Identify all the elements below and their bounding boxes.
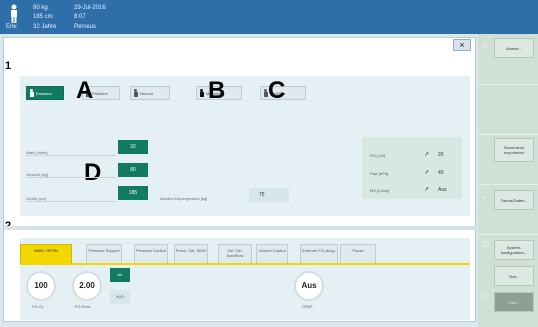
- magnifier-icon: ⌕: [482, 192, 487, 201]
- tab-press-ctrl-simv[interactable]: Press. Ctrl. SIMV: [174, 244, 208, 264]
- close-button[interactable]: ×: [453, 39, 471, 51]
- fio2-label: FiO₂ [%]: [370, 153, 385, 158]
- trend-up-icon: ↗: [424, 152, 430, 158]
- window-icon: ▭: [482, 90, 490, 99]
- patient-type-label: Pädiatrie: [92, 90, 108, 96]
- patient-name-text: Perseus: [74, 24, 97, 30]
- section-number-1: 1: [5, 60, 12, 72]
- fg-flow-knob[interactable]: 2.00: [72, 271, 102, 301]
- fg-o2-knob[interactable]: 100: [26, 271, 56, 301]
- cpap-label: CPAP: [302, 304, 313, 309]
- tab-volume-control[interactable]: Volume Control: [256, 244, 288, 264]
- trend-up-icon: ↗: [424, 170, 430, 176]
- air-button[interactable]: Air: [110, 268, 130, 282]
- screen: 80 kg 185 cm Erw. 32 Jahre 29-Jul-2016 8…: [0, 0, 538, 327]
- sidebar-separator: [478, 134, 538, 135]
- tab-vol-ctrl-autoflow[interactable]: Vol. Ctrl. AutoFlow: [218, 244, 252, 264]
- fio2-value: 20: [438, 152, 444, 158]
- trends-data-button[interactable]: Trends/Daten...: [494, 190, 534, 210]
- mv-value: Aus: [438, 187, 447, 193]
- annotation-letter-c: C: [268, 77, 286, 104]
- male-icon: [199, 88, 204, 98]
- trend-up-icon: ↗: [424, 187, 430, 193]
- ideal-weight-value: 75: [249, 188, 289, 202]
- patient-type-adult-button[interactable]: Erwachs.: [26, 86, 64, 100]
- checklist-icon: ☑: [482, 240, 490, 249]
- paw-label: Paw [hPa]: [370, 171, 389, 176]
- alarme-button[interactable]: Alarme...: [494, 38, 534, 58]
- test-button[interactable]: Test...: [494, 266, 534, 286]
- weight-field-label: Gewicht [kg]: [26, 172, 116, 178]
- tab-pressure-control[interactable]: Pressure Control: [134, 244, 168, 264]
- patient-setup-dialog: × 1 2 Erwachs. Pädiatrie Neonat Männlich…: [3, 37, 477, 322]
- bell-icon: △: [482, 40, 489, 49]
- n2o-button[interactable]: N₂O: [110, 290, 130, 304]
- weight-text: 80 kg: [33, 5, 48, 11]
- ideal-weight-label: Ideales Körpergewicht [kg]: [160, 196, 208, 201]
- dialog-header: [4, 38, 475, 52]
- patient-status-bar: 80 kg 185 cm Erw. 32 Jahre 29-Jul-2016 8…: [0, 0, 538, 34]
- weight-input[interactable]: 80: [118, 163, 148, 177]
- patient-type-neonate-button[interactable]: Neonat: [130, 86, 170, 100]
- screenshot-export-button[interactable]: Screenshot exportieren: [494, 138, 534, 162]
- age-text: 32 Jahre: [33, 24, 57, 30]
- tab-pressure-support[interactable]: Pressure Support: [86, 244, 122, 264]
- tab-external-fg-outlet[interactable]: Externer FG-Ausg.: [300, 244, 338, 264]
- patient-type-label: Neonat: [140, 90, 153, 96]
- annotation-letter-b: B: [208, 77, 226, 104]
- sidebar-separator: [478, 84, 538, 85]
- tab-pause[interactable]: Pause: [340, 244, 376, 264]
- height-input[interactable]: 185: [118, 186, 148, 200]
- start-button[interactable]: Start...: [494, 292, 534, 312]
- section-divider: [4, 226, 477, 230]
- date-text: 29-Jul-2016: [74, 5, 106, 11]
- cpap-knob[interactable]: Aus: [294, 271, 324, 301]
- tab-man-spon[interactable]: MAN / SPON: [20, 244, 72, 264]
- fg-o2-label: FG-O₂: [32, 304, 44, 309]
- power-icon: ⏻: [482, 292, 489, 301]
- patient-type-label: Erwachs.: [36, 90, 53, 96]
- right-sidebar: △ Alarme... ▭ Screenshot exportieren ⌕ T…: [478, 34, 538, 327]
- sidebar-separator: [478, 184, 538, 185]
- height-field-label: Größe [cm]: [26, 196, 116, 202]
- active-tab-underline: [20, 263, 470, 265]
- paw-value: 40: [438, 170, 444, 176]
- time-text: 8:07: [74, 14, 86, 20]
- annotation-letter-a: A: [76, 77, 94, 104]
- alarm-limits-box: FiO₂ [%] ↗ 20 Paw [hPa] ↗ 40 MV [L/min] …: [362, 137, 462, 199]
- age-field-label: Alter [Jahre]: [26, 150, 116, 156]
- sidebar-separator: [478, 234, 538, 235]
- system-config-button[interactable]: System-konfiguration...: [494, 240, 534, 260]
- age-input[interactable]: 32: [118, 140, 148, 154]
- height-text: 185 cm: [33, 14, 53, 20]
- fg-flow-label: FG-Flow: [75, 304, 91, 309]
- patient-category-text: Erw.: [6, 24, 18, 30]
- mv-label: MV [L/min]: [370, 188, 390, 193]
- adult-icon: [29, 88, 34, 98]
- neonate-icon: [133, 88, 138, 98]
- adult-patient-icon: [11, 4, 17, 23]
